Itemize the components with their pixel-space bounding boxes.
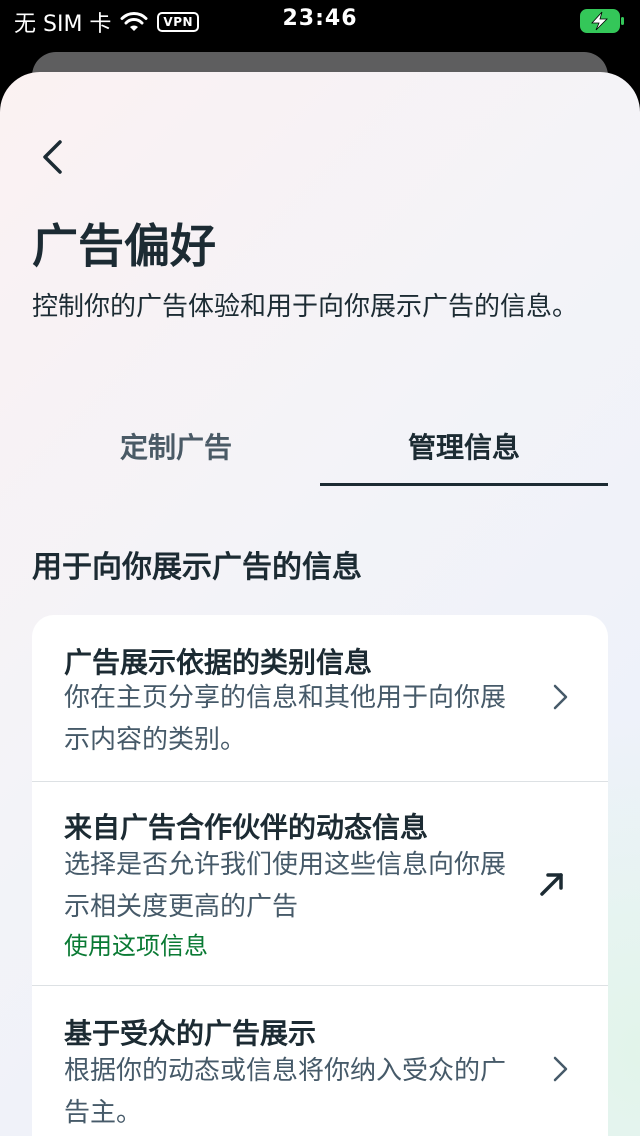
list-item-title: 基于受众的广告展示 xyxy=(64,1017,317,1050)
list-item-subtitle: 根据你的动态或信息将你纳入受众的广告主。 xyxy=(64,1056,507,1128)
section-title: 用于向你展示广告的信息 xyxy=(32,550,362,585)
page-title: 广告偏好 xyxy=(32,219,216,273)
back-button[interactable] xyxy=(30,132,74,182)
tab-manage-info[interactable]: 管理信息 xyxy=(320,412,608,486)
chevron-right-icon xyxy=(553,1056,568,1082)
status-bar: 无 SIM 卡 VPN 23:46 xyxy=(0,0,640,44)
tab-bar: 定制广告 管理信息 xyxy=(32,412,608,486)
list-item-subtitle: 你在主页分享的信息和其他用于向你展示内容的类别。 xyxy=(64,683,507,755)
ad-preferences-sheet: 广告偏好 控制你的广告体验和用于向你展示广告的信息。 定制广告 管理信息 用于向… xyxy=(0,72,640,1136)
list-item-categories[interactable]: 广告展示依据的类别信息 你在主页分享的信息和其他用于向你展示内容的类别。 xyxy=(32,615,608,782)
battery-charging-icon xyxy=(580,9,624,33)
status-label: 使用这项信息 xyxy=(64,932,208,960)
tab-custom-ads[interactable]: 定制广告 xyxy=(32,412,320,486)
chevron-right-icon xyxy=(553,684,568,710)
page-description: 控制你的广告体验和用于向你展示广告的信息。 xyxy=(32,292,579,322)
external-arrow-icon xyxy=(540,873,563,896)
list-item-title: 来自广告合作伙伴的动态信息 xyxy=(64,811,429,844)
list-item-title: 广告展示依据的类别信息 xyxy=(64,646,373,679)
list-item-audience-ads[interactable]: 基于受众的广告展示 根据你的动态或信息将你纳入受众的广告主。 xyxy=(32,986,608,1136)
status-time: 23:46 xyxy=(282,6,358,31)
list-item-partner-activity[interactable]: 来自广告合作伙伴的动态信息 选择是否允许我们使用这些信息向你展示相关度更高的广告… xyxy=(32,782,608,986)
info-card: 广告展示依据的类别信息 你在主页分享的信息和其他用于向你展示内容的类别。 来自广… xyxy=(32,615,608,1136)
list-item-subtitle: 选择是否允许我们使用这些信息向你展示相关度更高的广告 xyxy=(64,850,507,922)
chevron-left-icon xyxy=(43,140,62,174)
